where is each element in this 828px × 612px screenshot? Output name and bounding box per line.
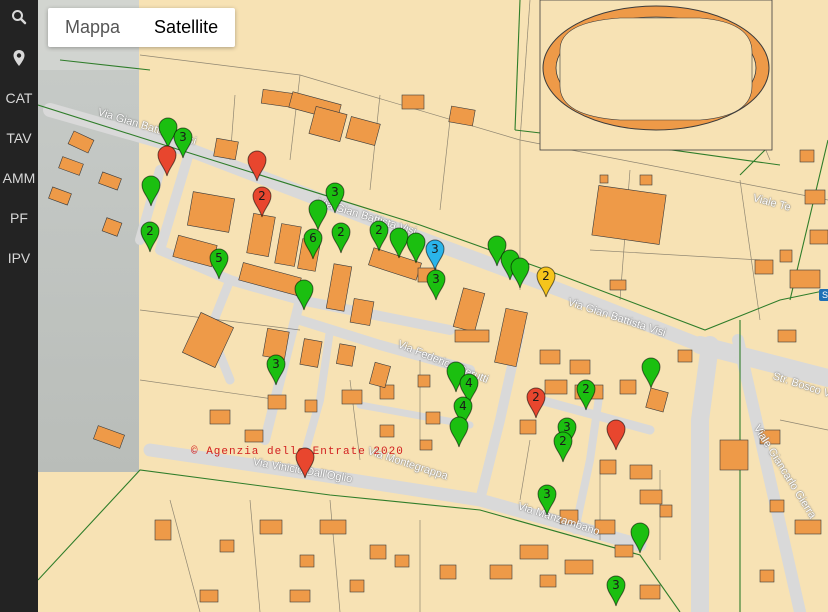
sidebar: CAT TAV AMM PF IPV bbox=[0, 0, 38, 612]
marker-label: 5 bbox=[215, 251, 223, 265]
marker-yellow-2[interactable]: 2 bbox=[536, 266, 556, 298]
marker-red-2[interactable]: 2 bbox=[252, 186, 272, 218]
marker-green[interactable] bbox=[158, 117, 178, 149]
marker-green-2[interactable]: 2 bbox=[331, 222, 351, 254]
marker-red[interactable] bbox=[606, 419, 626, 451]
marker-label: 4 bbox=[459, 399, 467, 413]
marker-label: 3 bbox=[272, 357, 280, 371]
marker-green[interactable] bbox=[630, 522, 650, 554]
marker-label: 4 bbox=[465, 376, 473, 390]
marker-green-2[interactable]: 2 bbox=[369, 220, 389, 252]
marker-green-2[interactable]: 2 bbox=[553, 431, 573, 463]
marker-green-3[interactable]: 3 bbox=[266, 354, 286, 386]
marker-label: 3 bbox=[612, 578, 620, 592]
marker-green[interactable] bbox=[449, 416, 469, 448]
map-type-toggle: Mappa Satellite bbox=[48, 8, 236, 47]
marker-green-3[interactable]: 3 bbox=[606, 575, 626, 607]
marker-green-2[interactable]: 2 bbox=[140, 221, 160, 253]
marker-label: 6 bbox=[309, 231, 317, 245]
marker-label: 3 bbox=[331, 185, 339, 199]
marker-green[interactable] bbox=[141, 175, 161, 207]
marker-red[interactable] bbox=[247, 150, 267, 182]
sidebar-item-amm[interactable]: AMM bbox=[0, 168, 38, 188]
map-pin-icon[interactable] bbox=[0, 49, 38, 67]
marker-green-5[interactable]: 5 bbox=[209, 248, 229, 280]
sidebar-item-pf[interactable]: PF bbox=[0, 208, 38, 228]
marker-label: 3 bbox=[179, 130, 187, 144]
map-type-satellite-button[interactable]: Satellite bbox=[137, 8, 235, 47]
marker-label: 2 bbox=[337, 225, 345, 239]
sidebar-item-ipv[interactable]: IPV bbox=[0, 248, 38, 268]
marker-green[interactable] bbox=[294, 279, 314, 311]
marker-label: 2 bbox=[375, 223, 383, 237]
marker-green[interactable] bbox=[308, 199, 328, 231]
marker-green-3[interactable]: 3 bbox=[173, 127, 193, 159]
marker-label: 3 bbox=[543, 487, 551, 501]
marker-layer: 32 32 6 2 23523344223233 bbox=[140, 117, 661, 607]
marker-label: 2 bbox=[146, 224, 154, 238]
marker-blue-3[interactable]: 3 bbox=[425, 239, 445, 271]
map-type-mappa-button[interactable]: Mappa bbox=[48, 8, 137, 47]
sidebar-item-cat[interactable]: CAT bbox=[0, 88, 38, 108]
marker-green[interactable] bbox=[389, 227, 409, 259]
marker-label: 3 bbox=[431, 242, 439, 256]
marker-label: 2 bbox=[582, 382, 590, 396]
marker-green-3[interactable]: 3 bbox=[537, 484, 557, 516]
marker-label: 2 bbox=[532, 390, 540, 404]
marker-label: 2 bbox=[559, 434, 567, 448]
marker-green[interactable] bbox=[510, 257, 530, 289]
marker-green-3[interactable]: 3 bbox=[426, 269, 446, 301]
marker-green[interactable] bbox=[406, 232, 426, 264]
marker-green-2[interactable]: 2 bbox=[576, 379, 596, 411]
marker-label: 3 bbox=[432, 272, 440, 286]
marker-label: 2 bbox=[258, 189, 266, 203]
search-icon[interactable] bbox=[0, 9, 38, 25]
map-canvas[interactable]: Via Gian Battista Visi Via Gian Battista… bbox=[38, 0, 828, 612]
marker-green-6[interactable]: 6 bbox=[303, 228, 323, 260]
sidebar-item-tav[interactable]: TAV bbox=[0, 128, 38, 148]
marker-red[interactable] bbox=[295, 447, 315, 479]
marker-red-2[interactable]: 2 bbox=[526, 387, 546, 419]
marker-green-3[interactable]: 3 bbox=[325, 182, 345, 214]
marker-red[interactable] bbox=[157, 145, 177, 177]
marker-green[interactable] bbox=[641, 357, 661, 389]
marker-label: 2 bbox=[542, 269, 550, 283]
